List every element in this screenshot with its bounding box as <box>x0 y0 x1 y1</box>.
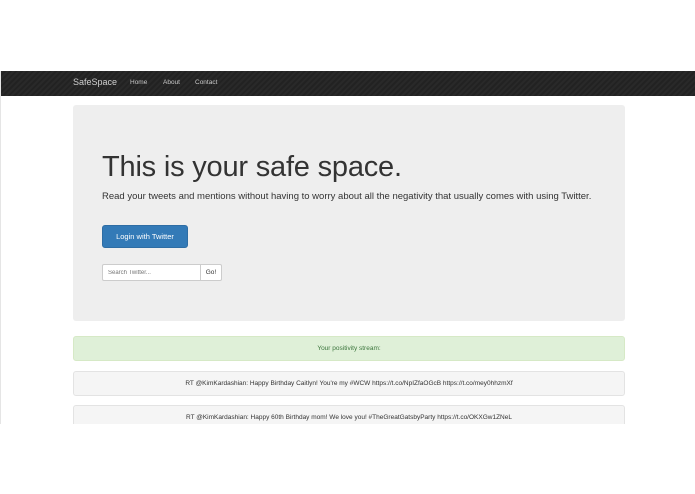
browser-viewport: SafeSpace Home About Contact This is you… <box>0 71 695 424</box>
search-input[interactable] <box>102 264 201 281</box>
login-with-twitter-button[interactable]: Login with Twitter <box>102 225 188 248</box>
tweet-item: RT @KimKardashian: Happy 60th Birthday m… <box>73 405 625 424</box>
navbar: SafeSpace Home About Contact <box>1 71 695 96</box>
positivity-stream-header: Your positivity stream: <box>73 336 625 361</box>
nav-link-contact[interactable]: Contact <box>195 79 217 86</box>
nav-link-about[interactable]: About <box>163 79 180 86</box>
jumbotron: This is your safe space. Read your tweet… <box>73 105 625 321</box>
nav-link-home[interactable]: Home <box>130 79 147 86</box>
page: SafeSpace Home About Contact This is you… <box>0 0 695 494</box>
search-go-button[interactable]: Go! <box>200 264 222 281</box>
hero-title: This is your safe space. <box>102 151 402 183</box>
tweet-item: RT @KimKardashian: Happy Birthday Caitly… <box>73 371 625 396</box>
navbar-brand[interactable]: SafeSpace <box>73 77 117 87</box>
hero-description: Read your tweets and mentions without ha… <box>102 191 592 202</box>
